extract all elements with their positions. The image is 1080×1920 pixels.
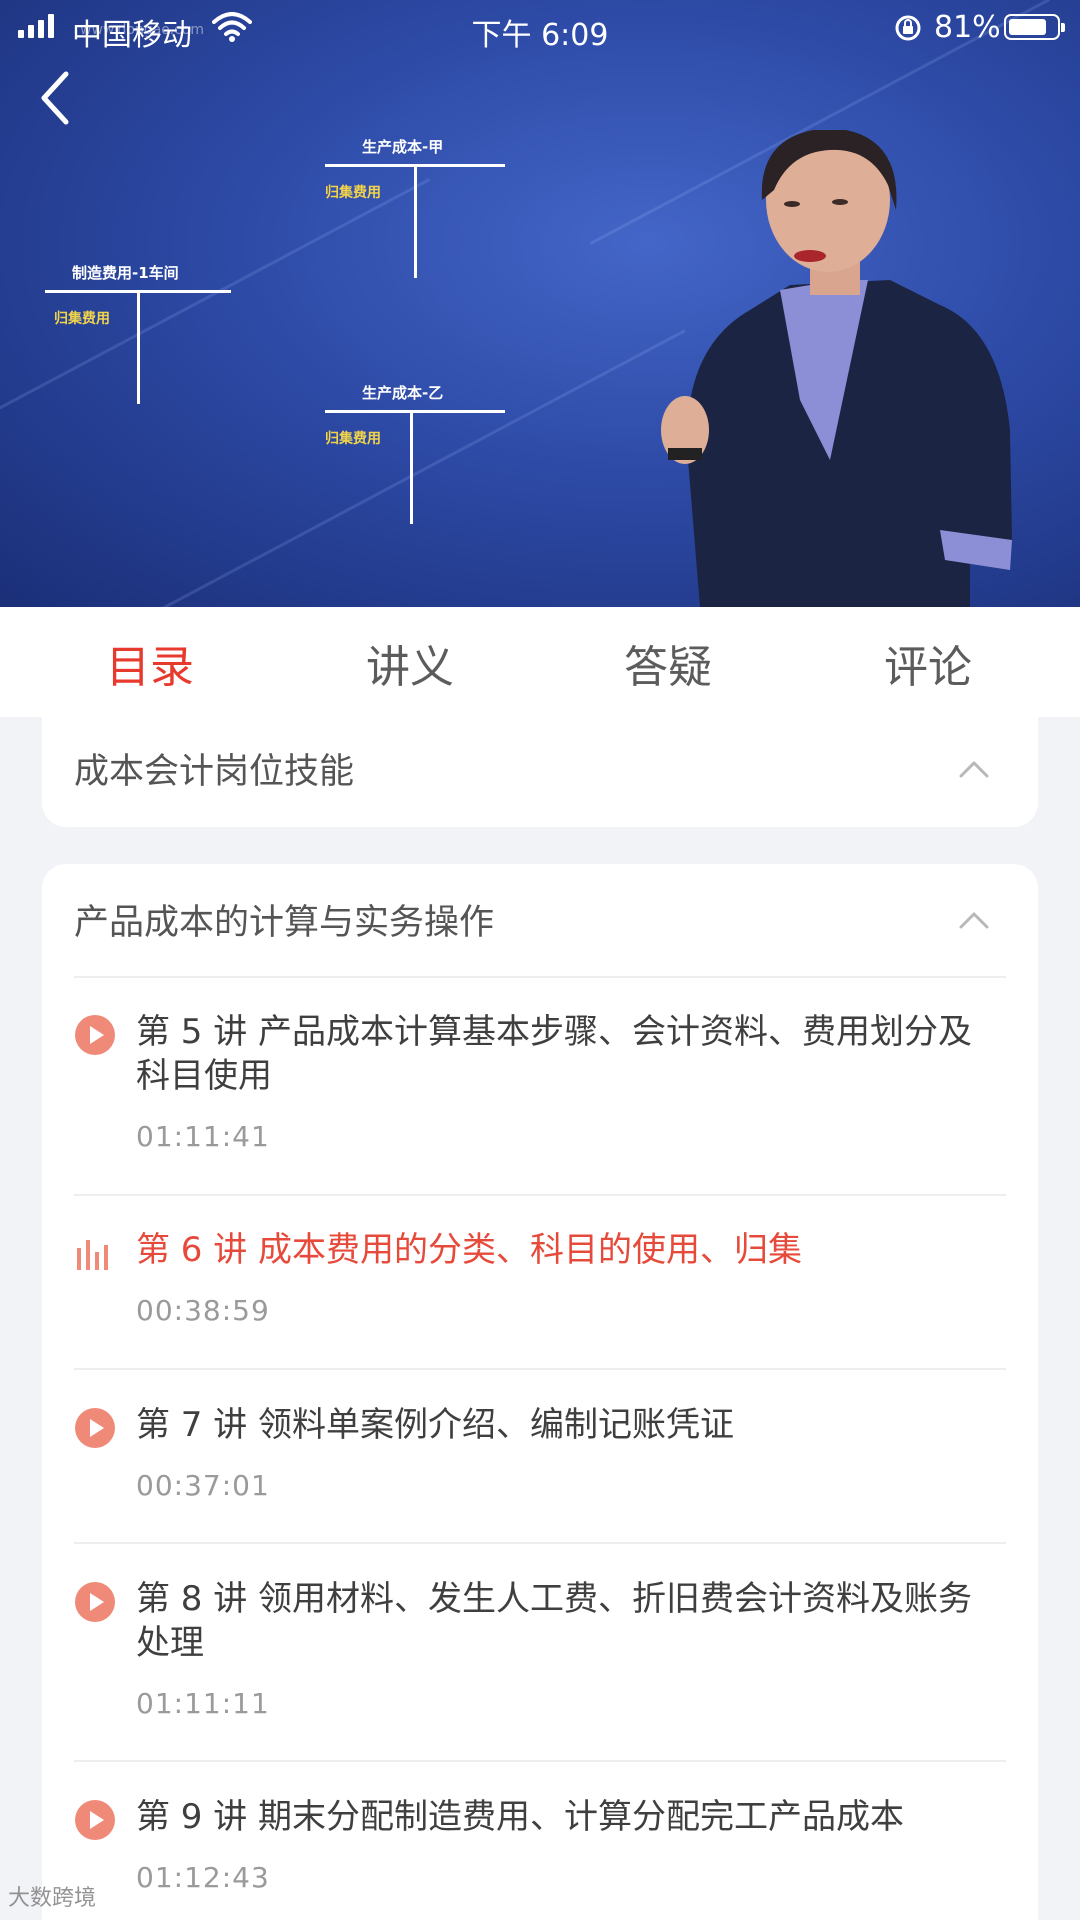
play-icon [74,1407,116,1453]
play-icon [74,1581,116,1627]
lesson-title: 第 5 讲 产品成本计算基本步骤、会计资料、费用划分及科目使用 [136,1012,973,1096]
account-entry: 归集费用 [325,185,381,201]
lesson-title: 第 7 讲 领料单案例介绍、编制记账凭证 [136,1405,735,1445]
section-title: 成本会计岗位技能 [74,752,355,792]
lesson-title: 第 8 讲 领用材料、发生人工费、折旧费会计资料及账务处理 [136,1579,973,1663]
tab-bar: 目录 讲义 答疑 评论 [0,607,1080,727]
divider [74,976,1006,978]
tab-comments[interactable]: 评论 [828,631,1028,695]
rotation-lock-icon [892,12,924,52]
account-name: 生产成本-乙 [362,384,444,402]
account-entry: 归集费用 [325,431,381,447]
chevron-up-icon[interactable] [958,759,990,783]
tab-catalog[interactable]: 目录 [50,631,250,727]
lesson-item[interactable]: 第 9 讲 期末分配制造费用、计算分配完工产品成本 01:12:43 [74,1797,1006,1919]
back-button[interactable] [34,66,78,130]
battery-percentage: 81% [934,10,1001,45]
lesson-duration: 00:37:01 [136,1469,270,1502]
tab-label: 目录 [106,642,194,693]
background-streak [154,329,686,607]
lesson-duration: 01:11:11 [136,1687,270,1720]
lesson-item-active[interactable]: 第 6 讲 成本费用的分类、科目的使用、归集 00:38:59 [74,1230,1006,1370]
section-card: 产品成本的计算与实务操作 第 5 讲 产品成本计算基本步骤、会计资料、费用划分及… [42,864,1038,1920]
battery-icon [1004,14,1065,40]
tab-handout[interactable]: 讲义 [310,631,510,695]
divider [74,1542,1006,1544]
lesson-item[interactable]: 第 5 讲 产品成本计算基本步骤、会计资料、费用划分及科目使用 01:11:41 [74,1012,1006,1194]
tab-label: 讲义 [366,642,454,693]
account-entry: 归集费用 [54,311,110,327]
lesson-duration: 00:38:59 [136,1294,270,1327]
play-icon [74,1799,116,1845]
account-name: 生产成本-甲 [362,138,444,156]
lesson-title: 第 9 讲 期末分配制造费用、计算分配完工产品成本 [136,1797,905,1837]
chevron-left-icon [41,71,69,125]
section-title: 产品成本的计算与实务操作 [74,903,495,943]
lesson-item[interactable]: 第 7 讲 领料单案例介绍、编制记账凭证 00:37:01 [74,1405,1006,1545]
video-watermark: www.dongao.com [80,22,204,38]
section-card: 成本会计岗位技能 [42,717,1038,827]
lesson-title: 第 6 讲 成本费用的分类、科目的使用、归集 [136,1230,803,1270]
equalizer-icon [74,1236,114,1274]
tab-label: 答疑 [624,642,712,693]
lesson-item[interactable]: 第 8 讲 领用材料、发生人工费、折旧费会计资料及账务处理 01:11:11 [74,1579,1006,1761]
lesson-duration: 01:11:41 [136,1120,270,1153]
video-player[interactable]: 中国移动 下午 6:09 81% www.dongao.com 生产成本-甲 归… [0,0,1080,607]
divider [74,1194,1006,1196]
lesson-duration: 01:12:43 [136,1861,270,1894]
account-name: 制造费用-1车间 [72,264,179,282]
presenter-image [640,128,1040,607]
play-icon [74,1014,116,1060]
divider [74,1368,1006,1370]
tab-qa[interactable]: 答疑 [568,631,768,695]
divider [74,1760,1006,1762]
chevron-up-icon[interactable] [958,910,990,934]
footer-watermark: 大数跨境 [8,1886,97,1911]
tab-label: 评论 [884,642,972,693]
